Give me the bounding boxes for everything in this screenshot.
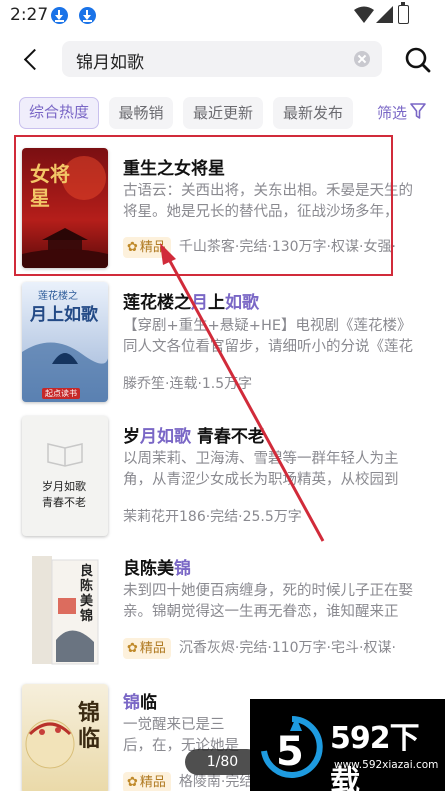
tab-bestselling[interactable]: 最畅销 [109, 97, 173, 129]
watermark-logo: 5 [261, 716, 323, 778]
book-meta: 滕乔笙·连载·1.5万字 [123, 376, 253, 392]
book-title[interactable]: 锦临 [123, 688, 157, 713]
tab-comprehensive[interactable]: 综合热度 [19, 97, 99, 129]
download-icon [51, 7, 68, 24]
book-cover[interactable]: 岁月如歌 青春不老 [22, 416, 108, 536]
search-icon[interactable] [404, 46, 432, 74]
svg-text:5: 5 [276, 729, 304, 775]
book-title[interactable]: 岁月如歌 青春不老 [123, 422, 265, 447]
premium-badge: ✿ 精品 [123, 771, 171, 791]
tab-newest[interactable]: 最新发布 [273, 97, 353, 129]
funnel-icon [410, 103, 426, 119]
annotation-highlight-box [14, 135, 393, 276]
book-description: 未到四十她便百病缠身，死的时候儿子正在娶亲。锦朝觉得这一生再无眷恋，谁知醒来正 [123, 583, 413, 620]
filter-label: 筛选 [377, 104, 408, 122]
watermark-brand: 592下载 [330, 721, 420, 791]
book-meta: ✿ 精品 沉香灰烬·完结·110万字·宅斗·权谋· [123, 637, 396, 659]
watermark: 5 592下载 www.592xiazai.com [250, 699, 445, 791]
clear-icon[interactable] [354, 51, 370, 67]
cover-title-line2: 青春不老 [42, 496, 86, 509]
book-title[interactable]: 良陈美锦 [123, 554, 191, 579]
flower-icon: ✿ [127, 774, 138, 790]
cover-publisher: 起点读书 [42, 388, 80, 399]
book-meta: 茉莉花开186·完结·25.5万字 [123, 509, 302, 525]
wifi-icon [354, 6, 374, 23]
status-time: 2:27 [10, 5, 49, 25]
cover-title: 锦临 [78, 700, 101, 752]
book-description: 【穿剧+重生+悬疑+HE】电视剧《莲花楼》同人文各位看官留步，请细听小的分说《莲… [123, 318, 413, 355]
back-button[interactable] [20, 46, 44, 74]
download-icon [79, 7, 96, 24]
book-cover[interactable]: 莲花楼之 月上如歌 起点读书 [22, 282, 108, 402]
premium-badge: ✿ 精品 [123, 637, 171, 659]
search-input[interactable]: 锦月如歌 [62, 41, 382, 77]
cover-title: 良陈美锦 [80, 564, 94, 624]
status-bar: 2:27 [0, 0, 445, 32]
battery-icon [398, 2, 409, 24]
signal-icon [376, 6, 393, 23]
book-cover[interactable]: 锦临 [22, 684, 108, 791]
watermark-url: www.592xiazai.com [334, 759, 439, 771]
book-title[interactable]: 莲花楼之月上如歌 [123, 288, 259, 313]
flower-icon: ✿ [127, 640, 138, 656]
page-indicator: 1/80 [185, 749, 260, 775]
search-query[interactable]: 锦月如歌 [76, 48, 144, 73]
book-cover[interactable]: 良陈美锦 [22, 550, 108, 670]
cover-title-line1: 岁月如歌 [42, 480, 86, 493]
tab-recent-update[interactable]: 最近更新 [183, 97, 263, 129]
book-description: 以周茉莉、卫海涛、雪碧等一群年轻人为主角，从青涩少女成长为职场精英，从校园到 [123, 451, 399, 488]
filter-button[interactable]: 筛选 [377, 102, 426, 124]
